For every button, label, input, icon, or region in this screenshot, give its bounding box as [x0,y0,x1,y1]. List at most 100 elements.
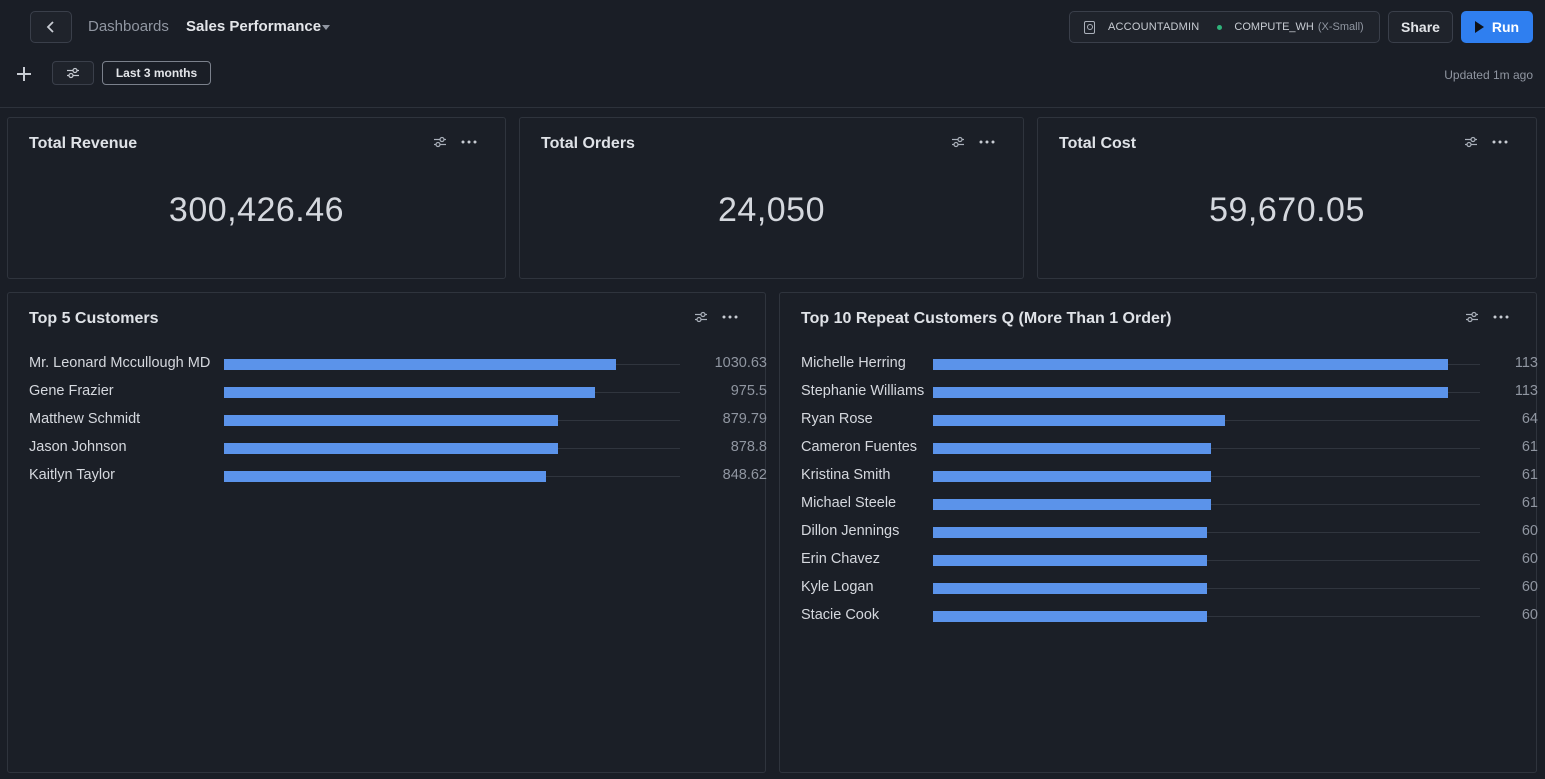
bar[interactable] [224,359,616,370]
bar-value-label: 1030.63 [714,355,767,371]
bar-category-label: Kyle Logan [801,579,874,595]
bar-value-label: 113 [1514,383,1538,399]
bar-row: Matthew Schmidt 879.79 [29,410,767,430]
bar-category-label: Jason Johnson [29,439,127,455]
bar-value-label: 64 [1521,411,1538,427]
bar-value-label: 60 [1521,523,1538,539]
kpi-value: 300,426.46 [168,191,345,229]
bar-category-label: Mr. Leonard Mccullough MD [29,355,211,371]
context-selector[interactable]: ACCOUNTADMIN COMPUTE_WH (X-Small) [1069,11,1380,43]
caret-down-icon[interactable] [322,25,330,30]
sliders-icon[interactable] [951,136,965,148]
run-button[interactable]: Run [1461,11,1533,43]
bar[interactable] [933,555,1207,566]
sliders-icon[interactable] [1464,136,1478,148]
bar-value-label: 61 [1521,467,1538,483]
bar-category-label: Cameron Fuentes [801,439,918,455]
bar-category-label: Michelle Herring [801,355,906,371]
kpi-card-total-orders: Total Orders 24,050 [519,117,1024,279]
run-label: Run [1491,19,1520,35]
bar[interactable] [933,583,1207,594]
bar-category-label: Kristina Smith [801,467,891,483]
bar-category-label: Stacie Cook [801,607,880,623]
bar-value-label: 879.79 [722,411,767,427]
bar-row: Michelle Herring 113 [801,354,1538,374]
chart-title: Top 10 Repeat Customers Q (More Than 1 O… [801,310,1172,327]
bar-row: Ryan Rose 64 [801,410,1538,430]
chart-title: Top 5 Customers [29,310,159,327]
plus-icon[interactable] [16,66,32,82]
bar[interactable] [933,443,1212,454]
bar-category-label: Kaitlyn Taylor [29,467,115,483]
card-title: Total Revenue [29,135,138,152]
bar-category-label: Ryan Rose [801,411,873,427]
bar-value-label: 848.62 [722,467,767,483]
bar-value-label: 61 [1521,439,1538,455]
bar-row: Kaitlyn Taylor 848.62 [29,466,767,486]
more-dots-icon[interactable] [461,140,477,144]
card-title: Total Cost [1059,135,1137,152]
bar-category-label: Gene Frazier [29,383,114,399]
play-icon [1474,21,1484,33]
chevron-left-icon [46,21,54,33]
kpi-value: 24,050 [718,191,825,229]
bar-value-label: 60 [1521,607,1538,623]
bar-value-label: 113 [1514,355,1538,371]
bar-row: Mr. Leonard Mccullough MD 1030.63 [29,354,767,374]
bar-row: Kyle Logan 60 [801,578,1538,598]
date-range-filter[interactable]: Last 3 months [102,61,211,85]
bar-row: Stephanie Williams 113 [801,382,1538,402]
bar-row: Erin Chavez 60 [801,550,1538,570]
more-dots-icon[interactable] [979,140,995,144]
share-button[interactable]: Share [1388,11,1453,43]
bar-row: Stacie Cook 60 [801,606,1538,626]
bar[interactable] [224,415,559,426]
warehouse-size: (X-Small) [1317,21,1364,33]
kpi-card-total-cost: Total Cost 59,670.05 [1037,117,1537,279]
bar-row: Michael Steele 61 [801,494,1538,514]
filter-bar: Last 3 months Updated 1m ago [0,54,1545,108]
bar-row: Kristina Smith 61 [801,466,1538,486]
chart-card-top-5-customers: Top 5 Customers Mr. Leonard Mccullough M… [7,292,767,773]
bar[interactable] [933,527,1207,538]
bar[interactable] [224,387,595,398]
warehouse-status-dot [1217,24,1223,30]
bar-value-label: 975.5 [730,383,767,399]
kpi-value: 59,670.05 [1209,191,1365,229]
filter-settings-button[interactable] [52,61,94,85]
sliders-icon[interactable] [433,136,447,148]
updated-timestamp: Updated 1m ago [1444,68,1533,82]
role-label: ACCOUNTADMIN [1108,21,1200,33]
kpi-card-total-revenue: Total Revenue 300,426.46 [7,117,506,279]
bar-category-label: Dillon Jennings [801,523,900,539]
sliders-icon[interactable] [1465,311,1479,323]
more-dots-icon[interactable] [1493,315,1509,319]
bar[interactable] [224,471,547,482]
bar[interactable] [933,359,1449,370]
bar-category-label: Matthew Schmidt [29,411,141,427]
bar-row: Gene Frazier 975.5 [29,382,767,402]
card-title: Total Orders [541,135,635,152]
more-dots-icon[interactable] [722,315,738,319]
bar-row: Dillon Jennings 60 [801,522,1538,542]
back-button[interactable] [30,11,72,43]
bar[interactable] [933,471,1212,482]
sliders-icon [67,67,79,79]
role-icon [1084,20,1095,34]
bar-value-label: 60 [1521,579,1538,595]
dashboard-title[interactable]: Sales Performance [186,18,321,35]
bar[interactable] [933,611,1207,622]
bar[interactable] [224,443,558,454]
sliders-icon[interactable] [694,311,708,323]
bar-category-label: Stephanie Williams [801,383,925,399]
more-dots-icon[interactable] [1492,140,1508,144]
breadcrumb-dashboards[interactable]: Dashboards [88,18,169,35]
bar[interactable] [933,499,1212,510]
bar-row: Cameron Fuentes 61 [801,438,1538,458]
bar[interactable] [933,415,1225,426]
bar[interactable] [933,387,1449,398]
bar-category-label: Erin Chavez [801,551,880,567]
top-bar: Dashboards Sales Performance ACCOUNTADMI… [0,0,1545,54]
bar-value-label: 878.8 [730,439,767,455]
warehouse-label: COMPUTE_WH [1234,21,1314,33]
